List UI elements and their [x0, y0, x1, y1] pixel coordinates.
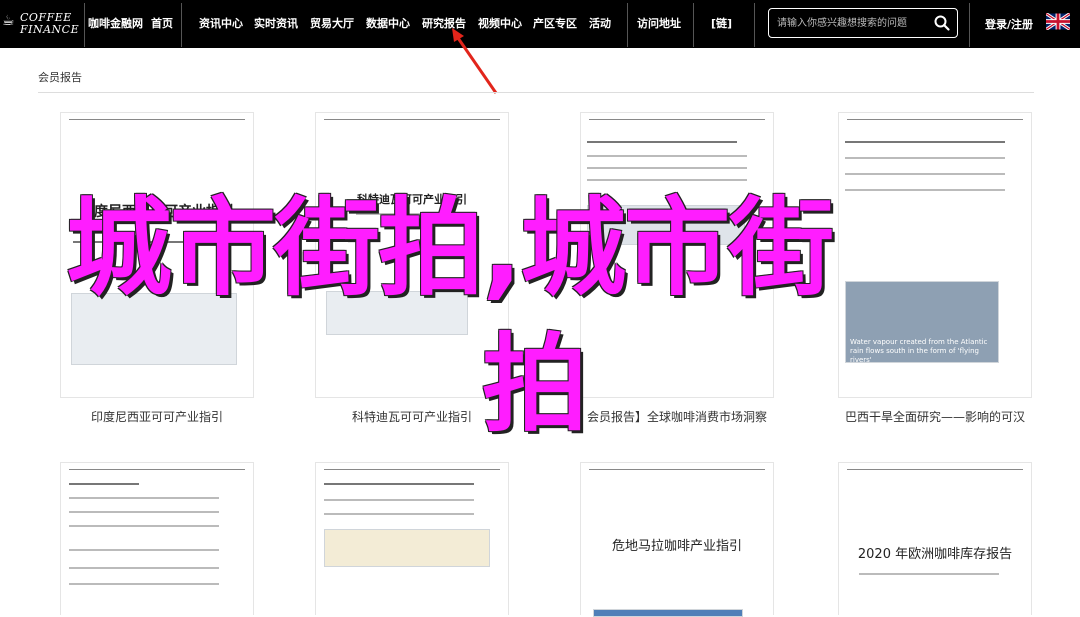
doc-text-line [69, 583, 219, 585]
doc-table [324, 529, 490, 567]
nav-links[interactable]: [链] [711, 16, 732, 34]
doc-text-line [69, 567, 219, 569]
overlay-title-line1: 城市街拍,城市街 [66, 187, 834, 310]
doc-header [324, 119, 500, 122]
doc-text-line [587, 167, 747, 169]
report-card[interactable]: 2020 年欧洲咖啡库存报告 [838, 462, 1032, 615]
uk-flag-icon[interactable] [1046, 13, 1070, 30]
doc-header [69, 119, 245, 122]
report-card[interactable]: 危地马拉咖啡产业指引 [580, 462, 774, 617]
doc-text-line [587, 155, 747, 157]
section-divider [38, 92, 1034, 93]
nav-events[interactable]: 活动 [589, 16, 611, 34]
doc-text-line [69, 497, 219, 499]
nav-data-center[interactable]: 数据中心 [366, 16, 410, 34]
doc-header [589, 469, 765, 472]
search-input[interactable] [777, 15, 927, 31]
doc-text-line [859, 573, 999, 575]
doc-text-line [69, 525, 219, 527]
nav-divider [627, 3, 628, 47]
nav-origin-zone[interactable]: 产区专区 [533, 16, 577, 34]
top-nav-bar: ☕ COFFEE FINANCE 咖啡金融网 首页 资讯中心 实时资讯 贸易大厅… [0, 0, 1080, 48]
coffee-cup-icon: ☕ [2, 13, 15, 29]
card-label[interactable]: 会员报告】全球咖啡消费市场洞察 [580, 408, 774, 425]
nav-divider [181, 3, 182, 47]
doc-text-line [69, 511, 219, 513]
site-logo[interactable]: ☕ COFFEE FINANCE [2, 12, 80, 40]
doc-text-line [845, 141, 1005, 143]
doc-title: 危地马拉咖啡产业指引 [611, 539, 742, 554]
report-card[interactable]: Water vapour created from the Atlantic r… [838, 112, 1032, 398]
nav-news-center[interactable]: 资讯中心 [199, 16, 243, 34]
nav-access-address[interactable]: 访问地址 [637, 16, 681, 34]
search-icon[interactable] [933, 14, 951, 32]
map-caption: Water vapour created from the Atlantic r… [850, 338, 988, 364]
doc-map: Water vapour created from the Atlantic r… [845, 281, 999, 364]
nav-home[interactable]: 首页 [151, 16, 173, 34]
doc-header [847, 469, 1023, 472]
doc-header [69, 469, 245, 472]
doc-header [847, 119, 1023, 122]
nav-coffee-finance[interactable]: 咖啡金融网 [88, 16, 143, 34]
login-register-link[interactable]: 登录/注册 [985, 16, 1033, 32]
doc-text-line [324, 483, 474, 485]
card-label[interactable]: 巴西干旱全面研究——影响的可汉 [838, 408, 1032, 425]
doc-text-line [324, 499, 474, 501]
search-box [768, 8, 958, 38]
doc-header [589, 119, 765, 122]
report-card[interactable] [315, 462, 509, 615]
doc-text-line [69, 549, 219, 551]
doc-text-line [845, 157, 1005, 159]
report-card[interactable] [60, 462, 254, 615]
doc-text-line [587, 179, 747, 181]
nav-divider [969, 3, 970, 47]
doc-header [324, 469, 500, 472]
logo-text-line2: FINANCE [20, 23, 80, 36]
nav-trade-hall[interactable]: 贸易大厅 [310, 16, 354, 34]
doc-text-line [69, 483, 139, 485]
nav-divider [693, 3, 694, 47]
doc-text-line [845, 189, 1005, 191]
red-arrow-annotation [452, 28, 498, 94]
nav-divider [84, 3, 85, 47]
card-label[interactable]: 印度尼西亚可可产业指引 [60, 408, 254, 425]
doc-map [593, 609, 743, 617]
nav-realtime[interactable]: 实时资讯 [254, 16, 298, 34]
doc-text-line [587, 141, 737, 143]
section-title: 会员报告 [38, 71, 82, 84]
doc-title: 2020 年欧洲咖啡库存报告 [857, 547, 1013, 562]
doc-text-line [845, 173, 1005, 175]
card-label[interactable]: 科特迪瓦可可产业指引 [315, 408, 509, 425]
overlay-title-line2: 拍 [482, 323, 588, 446]
nav-divider [754, 3, 755, 47]
doc-text-line [324, 513, 474, 515]
